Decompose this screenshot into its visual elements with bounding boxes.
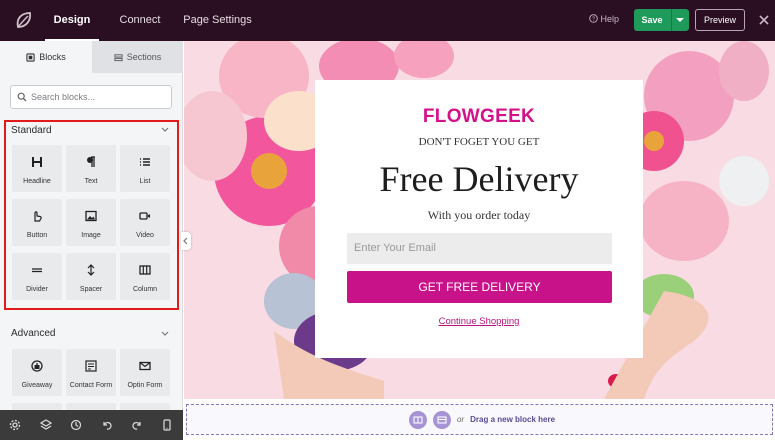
get-free-delivery-button[interactable]: GET FREE DELIVERY [347, 271, 612, 303]
blocks-icon [26, 53, 35, 62]
divider-icon [32, 268, 42, 273]
advanced-section-title[interactable]: Advanced [11, 328, 55, 339]
optin-popup[interactable]: FLOWGEEK DON'T FOGET YOU GET Free Delive… [315, 80, 643, 358]
search-icon [17, 92, 27, 102]
save-button[interactable]: Save [634, 9, 670, 31]
add-template-button[interactable] [433, 411, 451, 429]
popup-subtitle[interactable]: DON'T FOGET YOU GET [315, 136, 643, 148]
block-list[interactable]: List [120, 145, 170, 192]
template-icon [437, 416, 447, 424]
search-placeholder: Search blocks... [31, 92, 96, 102]
block-label: Headline [23, 178, 51, 185]
tab-blocks[interactable]: Blocks [0, 41, 92, 73]
block-label: Column [132, 286, 158, 293]
mail-icon [139, 361, 151, 371]
heading-icon [32, 157, 42, 167]
block-optin-form[interactable]: Optin Form [120, 349, 170, 396]
undo-icon[interactable] [101, 419, 113, 431]
column-icon [413, 416, 423, 424]
block-label: Contact Form [69, 382, 113, 389]
email-field[interactable]: Enter Your Email [347, 233, 612, 264]
help-link[interactable]: ? Help [589, 14, 619, 24]
block-label: Divider [26, 286, 48, 293]
preview-button[interactable]: Preview [695, 9, 745, 31]
tab-design[interactable]: Design [45, 0, 99, 41]
block-label: Image [81, 232, 101, 239]
video-icon [139, 212, 150, 220]
block-column[interactable]: Column [120, 253, 170, 300]
drop-zone-hint: or Drag a new block here [457, 415, 555, 424]
history-icon[interactable] [70, 419, 82, 431]
block-contact-form[interactable]: Contact Form [66, 349, 116, 396]
giveaway-icon [31, 360, 43, 372]
tab-sections[interactable]: Sections [92, 41, 183, 73]
spacer-icon [87, 264, 95, 276]
block-headline[interactable]: Headline [12, 145, 62, 192]
block-video[interactable]: Video [120, 199, 170, 246]
list-icon [140, 158, 150, 166]
mobile-preview-icon[interactable] [161, 419, 173, 431]
drag-hint-label: Drag a new block here [470, 415, 556, 424]
top-bar: Design Connect Page Settings ? Help Save… [0, 0, 775, 41]
continue-shopping-link[interactable]: Continue Shopping [315, 316, 643, 327]
block-label: Video [136, 232, 154, 239]
block-label: Spacer [79, 286, 103, 293]
blocks-sidebar: Blocks Sections Search blocks... Standar… [0, 41, 183, 440]
tab-sections-label: Sections [126, 52, 162, 62]
block-label: List [139, 178, 151, 185]
help-label: Help [600, 14, 620, 24]
or-label: or [457, 415, 465, 424]
bottom-toolbar [0, 410, 183, 440]
brand-headline[interactable]: FLOWGEEK [315, 106, 643, 128]
sidebar-collapse-handle[interactable] [181, 232, 191, 250]
search-input[interactable]: Search blocks... [10, 85, 172, 109]
form-icon [85, 360, 97, 372]
drop-zone[interactable]: or Drag a new block here [186, 404, 773, 435]
paragraph-icon [87, 156, 95, 167]
close-icon[interactable] [757, 13, 771, 27]
block-divider[interactable]: Divider [12, 253, 62, 300]
tab-blocks-label: Blocks [39, 52, 66, 62]
save-divider [671, 9, 672, 31]
image-icon [85, 210, 97, 222]
popup-headline[interactable]: Free Delivery [315, 158, 643, 200]
block-text[interactable]: Text [66, 145, 116, 192]
block-label: Text [84, 178, 98, 185]
sections-icon [114, 54, 123, 62]
block-button[interactable]: Button [12, 199, 62, 246]
save-button-group: Save [634, 9, 689, 31]
block-giveaway[interactable]: Giveaway [12, 349, 62, 396]
help-icon: ? [589, 14, 598, 23]
layers-icon[interactable] [40, 419, 52, 431]
save-options-chevron-icon[interactable] [674, 16, 686, 24]
block-label: Optin Form [127, 382, 163, 389]
block-spacer[interactable]: Spacer [66, 253, 116, 300]
chevron-left-icon [183, 237, 188, 245]
block-image[interactable]: Image [66, 199, 116, 246]
tab-connect[interactable]: Connect [110, 0, 170, 41]
tab-page-settings[interactable]: Page Settings [180, 0, 255, 41]
chevron-down-icon[interactable] [161, 331, 169, 337]
sidebar-tabs: Blocks Sections [0, 41, 183, 73]
column-icon [139, 265, 151, 275]
seedprod-logo-icon [16, 12, 31, 28]
pointer-icon [34, 211, 42, 222]
block-label: Giveaway [21, 382, 53, 389]
popup-tagline[interactable]: With you order today [315, 208, 643, 223]
settings-icon[interactable] [9, 419, 21, 431]
block-label: Button [26, 232, 48, 239]
add-section-button[interactable] [409, 411, 427, 429]
redo-icon[interactable] [131, 419, 143, 431]
